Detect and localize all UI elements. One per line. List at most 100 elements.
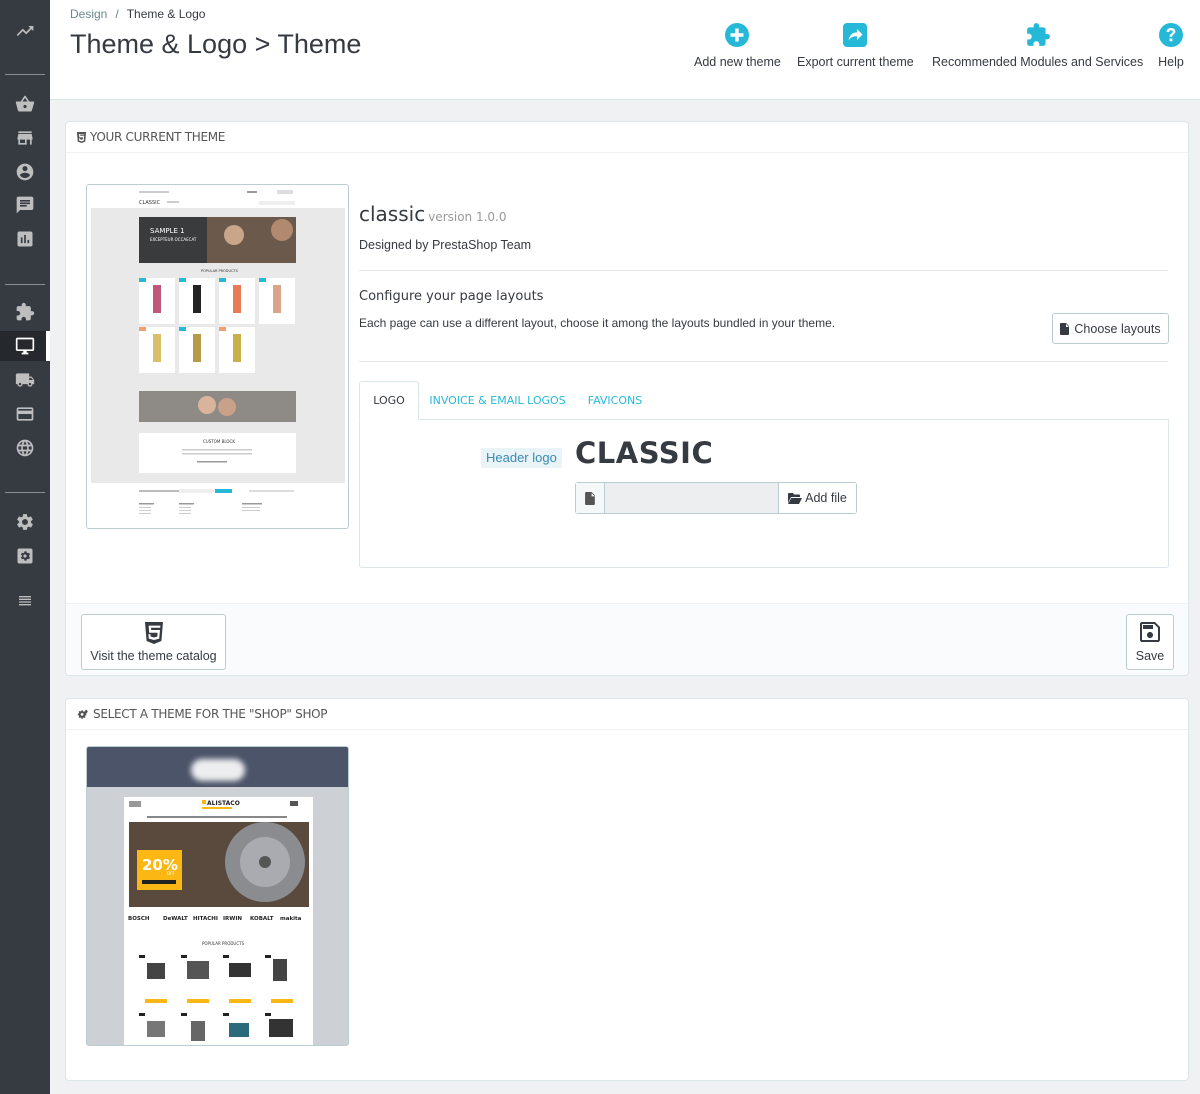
plus-circle-icon	[725, 23, 750, 47]
preview-slide-subtitle: EXCEPTEUR OCCAECAT	[150, 237, 197, 242]
settings-box-icon	[17, 548, 33, 564]
puzzle-icon	[1026, 23, 1050, 46]
save-label: Save	[1135, 649, 1165, 663]
current-theme-panel: YOUR CURRENT THEME CLASSIC SAMPLE 1 EXCE…	[65, 121, 1189, 676]
file-name-input[interactable]	[605, 483, 779, 513]
theme-card-preview-image: ALISTACO 20% OFF BOSCH DeWALT HITACHI IR…	[87, 787, 348, 1045]
add-new-theme-button[interactable]: Add new theme	[694, 22, 781, 69]
brand-hitachi: HITACHI	[193, 916, 218, 922]
sidebar-item-shop-parameters[interactable]	[0, 507, 50, 537]
header-logo-label: Header logo	[481, 448, 562, 468]
preview-slide-title: SAMPLE 1	[150, 227, 185, 235]
sidebar-item-international[interactable]	[0, 433, 50, 463]
share-icon	[843, 23, 868, 47]
theme-name-text: classic	[359, 202, 426, 226]
theme-version: version 1.0.0	[428, 210, 507, 224]
sidebar-item-customer-service[interactable]	[0, 190, 50, 220]
brand-makita: makita	[280, 916, 302, 922]
account-icon	[16, 163, 34, 181]
export-theme-button[interactable]: Export current theme	[797, 22, 914, 69]
preview-section-title: POPULAR PRODUCTS	[201, 269, 239, 273]
sidebar-divider	[5, 284, 45, 285]
current-theme-thumbnail: CLASSIC SAMPLE 1 EXCEPTEUR OCCAECAT POPU…	[86, 184, 349, 529]
tab-logo[interactable]: LOGO	[359, 381, 419, 420]
logo-tab-content: Header logo CLASSIC Add file	[359, 419, 1169, 568]
theme-preview-image: CLASSIC SAMPLE 1 EXCEPTEUR OCCAECAT POPU…	[87, 185, 348, 528]
layouts-title: Configure your page layouts	[359, 289, 544, 304]
brand-bosch: BOSCH	[128, 916, 150, 922]
brand-kobalt: KOBALT	[250, 916, 274, 922]
credit-card-icon	[16, 407, 34, 421]
add-new-theme-label: Add new theme	[694, 55, 781, 69]
theme-author: Designed by PrestaShop Team	[359, 238, 532, 252]
puzzle-icon	[16, 302, 35, 321]
select-theme-panel: SELECT A THEME FOR THE "SHOP" SHOP ALIST…	[65, 698, 1189, 1081]
save-button[interactable]: Save	[1126, 614, 1174, 670]
card-preview-section: POPULAR PRODUCTS	[202, 941, 245, 946]
html5-icon	[144, 622, 163, 644]
basket-icon	[15, 95, 35, 112]
divider	[359, 361, 1168, 362]
sidebar-item-payment[interactable]	[0, 399, 50, 429]
save-icon	[1140, 622, 1160, 642]
sidebar-item-dashboard[interactable]	[0, 16, 50, 46]
sidebar-item-design[interactable]	[0, 331, 50, 361]
page-title: Theme & Logo > Theme	[70, 29, 362, 59]
file-icon	[584, 491, 595, 505]
globe-icon	[16, 439, 34, 457]
panel-title: SELECT A THEME FOR THE "SHOP" SHOP	[93, 707, 328, 721]
help-button[interactable]: Help	[1158, 22, 1184, 69]
sidebar-item-modules[interactable]	[0, 297, 50, 327]
choose-layouts-label: Choose layouts	[1074, 321, 1161, 336]
sidebar-divider	[5, 74, 45, 75]
breadcrumb-item-current: Theme & Logo	[126, 7, 206, 21]
export-theme-label: Export current theme	[797, 55, 914, 69]
desktop-icon	[15, 337, 35, 355]
panel-heading: YOUR CURRENT THEME	[66, 122, 1188, 153]
settings-icon	[17, 514, 33, 530]
theme-card-header	[87, 747, 348, 787]
bar-chart-icon	[17, 231, 33, 247]
truck-icon	[15, 373, 35, 387]
sidebar-item-stats[interactable]	[0, 224, 50, 254]
breadcrumb-item-design[interactable]: Design	[70, 7, 107, 21]
tab-favicons[interactable]: FAVICONS	[580, 381, 650, 420]
sidebar-item-catalog[interactable]	[0, 123, 50, 153]
page-header: Design / Theme & Logo Theme & Logo > Theme…	[50, 0, 1200, 100]
sidebar-item-customers[interactable]	[0, 157, 50, 187]
sidebar	[0, 0, 50, 1094]
choose-layouts-button[interactable]: Choose layouts	[1052, 313, 1169, 344]
breadcrumb-separator: /	[115, 7, 119, 21]
recommended-modules-button[interactable]: Recommended Modules and Services	[932, 22, 1143, 69]
brand-irwin: IRWIN	[223, 916, 242, 922]
recommended-modules-label: Recommended Modules and Services	[932, 55, 1144, 69]
add-file-label: Add file	[805, 491, 847, 505]
card-preview-brand: ALISTACO	[207, 800, 240, 807]
sidebar-item-more[interactable]	[0, 585, 50, 615]
visit-theme-catalog-button[interactable]: Visit the theme catalog	[81, 614, 226, 670]
logo-tabs: LOGO INVOICE & EMAIL LOGOS FAVICONS	[359, 381, 1169, 420]
html5-icon	[76, 131, 87, 143]
help-label: Help	[1158, 55, 1184, 69]
chat-icon	[16, 196, 34, 214]
preview-brand: CLASSIC	[139, 200, 161, 206]
brand-dewalt: DeWALT	[163, 916, 188, 922]
layouts-description: Each page can use a different layout, ch…	[359, 316, 836, 330]
header-logo-preview: CLASSIC	[575, 436, 714, 470]
cogs-icon	[77, 708, 88, 719]
card-preview-promo-sub: OFF	[167, 871, 175, 876]
theme-name: classic version 1.0.0	[359, 202, 507, 226]
sidebar-item-orders[interactable]	[0, 89, 50, 119]
file-icon	[576, 483, 605, 513]
folder-open-icon	[788, 492, 803, 504]
trending-up-icon	[16, 26, 34, 36]
theme-card-title-blurred	[191, 759, 245, 781]
sidebar-item-advanced-parameters[interactable]	[0, 541, 50, 571]
preview-custom-block: CUSTOM BLOCK	[203, 439, 235, 444]
sidebar-item-shipping[interactable]	[0, 365, 50, 395]
sidebar-divider	[5, 492, 45, 493]
tab-invoice-email-logos[interactable]: INVOICE & EMAIL LOGOS	[425, 381, 570, 420]
theme-card-alistaco[interactable]: ALISTACO 20% OFF BOSCH DeWALT HITACHI IR…	[86, 746, 349, 1046]
breadcrumb: Design / Theme & Logo	[70, 7, 205, 21]
add-file-button[interactable]: Add file	[779, 483, 856, 513]
